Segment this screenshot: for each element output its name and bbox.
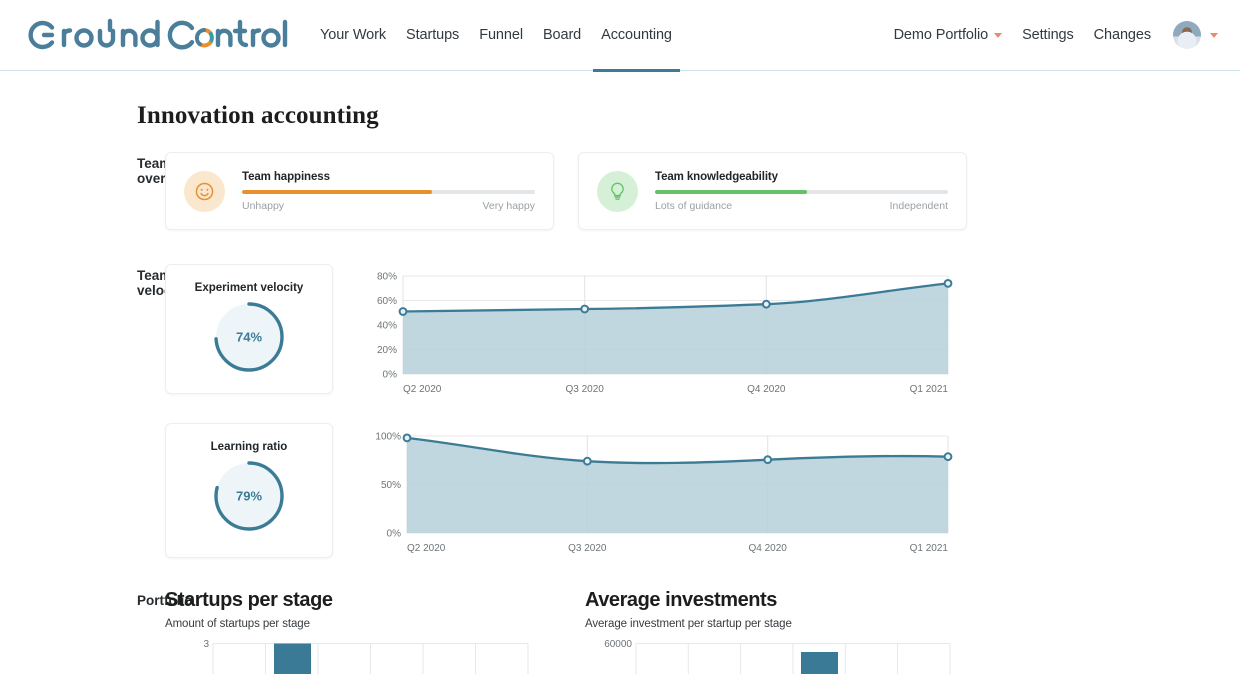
- nav-item-startups[interactable]: Startups: [396, 0, 469, 71]
- area-fill: [407, 437, 948, 533]
- average-investments-chart-block: Average investments Average investment p…: [585, 589, 951, 679]
- bar-stage-2: [274, 643, 311, 674]
- learning-ratio-card[interactable]: Learning ratio 79%: [165, 423, 333, 558]
- team-happiness-progress-track: [242, 190, 535, 194]
- average-investments-bar-chart: 60000: [604, 639, 951, 674]
- bar-stage-4: [801, 652, 838, 674]
- x-tick-q3-2020: Q3 2020: [566, 384, 605, 395]
- y-tick-0: 0%: [383, 370, 398, 381]
- nav-item-funnel[interactable]: Funnel: [469, 0, 533, 71]
- team-happiness-progress-fill: [242, 190, 433, 194]
- team-happiness-min-label: Unhappy: [242, 200, 285, 212]
- logo-colored-circle: [194, 28, 214, 48]
- x-tick-q4-2020: Q4 2020: [749, 543, 788, 554]
- portfolio-selector-label: Demo Portfolio: [893, 27, 989, 43]
- learning-ratio-title: Learning ratio: [210, 441, 288, 453]
- smiley-icon: [195, 182, 214, 200]
- team-knowledgeability-title: Team knowledgeability: [655, 171, 778, 183]
- x-tick-q2-2020: Q2 2020: [407, 543, 446, 554]
- nav-item-accounting[interactable]: Accounting: [591, 0, 682, 72]
- x-tick-q1-2021: Q1 2021: [910, 543, 949, 554]
- y-tick-60000: 60000: [604, 639, 632, 650]
- avatar-chevron-down-icon[interactable]: [1210, 32, 1218, 38]
- y-tick-0: 0%: [387, 529, 402, 540]
- startups-per-stage-title: Startups per stage: [165, 589, 333, 611]
- x-tick-q4-2020: Q4 2020: [747, 384, 786, 395]
- nav-item-board[interactable]: Board: [533, 0, 591, 71]
- team-knowledgeability-card[interactable]: Team knowledgeability Lots of guidance I…: [578, 152, 967, 230]
- lightbulb-icon: [611, 182, 624, 200]
- chevron-down-icon: [994, 32, 1003, 38]
- page-content: Innovation accounting Team overview: [0, 102, 1240, 679]
- nav-item-your-work[interactable]: Your Work: [310, 0, 396, 71]
- team-happiness-card[interactable]: Team happiness Unhappy Very happy: [165, 152, 554, 230]
- experiment-velocity-row: Experiment velocity 74% 80% 60% 40% 20% …: [165, 264, 1240, 399]
- groundcontrol-logo[interactable]: [22, 15, 290, 55]
- avatar[interactable]: [1173, 21, 1201, 49]
- nav-item-settings[interactable]: Settings: [1012, 27, 1084, 43]
- section-label-portfolio: Portfolio: [137, 593, 193, 608]
- y-tick-20: 20%: [377, 345, 397, 356]
- y-tick-60: 60%: [377, 296, 397, 307]
- team-happiness-title: Team happiness: [242, 171, 330, 183]
- startups-per-stage-subtitle: Amount of startups per stage: [165, 618, 310, 630]
- y-tick-3: 3: [203, 639, 209, 650]
- x-tick-q3-2020: Q3 2020: [568, 543, 607, 554]
- startups-per-stage-chart-block: Startups per stage Amount of startups pe…: [165, 589, 531, 679]
- team-knowledgeability-min-label: Lots of guidance: [655, 200, 733, 212]
- team-knowledgeability-progress-track: [655, 190, 948, 194]
- page-title: Innovation accounting: [137, 102, 379, 129]
- x-tick-q1-2021: Q1 2021: [910, 384, 949, 395]
- experiment-velocity-area-chart: 80% 60% 40% 20% 0% Q2 2020 Q3 2020 Q4 20…: [377, 272, 953, 395]
- section-portfolio: Portfolio Startups per stage Amount of s…: [0, 589, 1240, 679]
- learning-ratio-chart: 100% 50% 0% Q2 2020 Q3 2020 Q4 2020 Q1 2…: [363, 423, 968, 563]
- top-navigation-bar: Your Work Startups Funnel Board Accounti…: [0, 0, 1240, 72]
- logo-icon: [28, 18, 288, 50]
- y-tick-50: 50%: [381, 480, 401, 491]
- team-happiness-max-label: Very happy: [482, 200, 535, 212]
- team-overview-cards: Team happiness Unhappy Very happy Team k…: [165, 152, 1240, 230]
- portfolio-selector[interactable]: Demo Portfolio: [884, 27, 1013, 43]
- learning-ratio-donut-icon: 79%: [214, 461, 284, 531]
- x-tick-q2-2020: Q2 2020: [403, 384, 442, 395]
- lightbulb-icon-background: [597, 170, 638, 212]
- team-knowledgeability-max-label: Independent: [889, 200, 948, 212]
- team-knowledgeability-progress-fill: [655, 190, 808, 194]
- smiley-icon-background: [184, 170, 225, 212]
- primary-nav: Your Work Startups Funnel Board Accounti…: [310, 0, 682, 72]
- startups-per-stage-bar-chart: 3: [203, 639, 529, 674]
- section-team-velocity: Team velocity Experiment velocity 74% 80…: [0, 264, 1240, 563]
- experiment-velocity-card[interactable]: Experiment velocity 74%: [165, 264, 333, 394]
- y-tick-40: 40%: [377, 321, 397, 332]
- y-tick-100: 100%: [375, 432, 401, 443]
- learning-ratio-area-chart: 100% 50% 0% Q2 2020 Q3 2020 Q4 2020 Q1 2…: [375, 432, 953, 554]
- section-team-overview: Team overview Team happiness: [0, 152, 1240, 230]
- learning-ratio-row: Learning ratio 79% 100% 50% 0% Q2 2020 Q…: [165, 423, 1240, 563]
- average-investments-title: Average investments: [585, 589, 777, 611]
- experiment-velocity-donut-icon: 74%: [214, 302, 284, 372]
- section-label-team-velocity: Team velocity: [137, 268, 188, 298]
- learning-ratio-value: 79%: [236, 489, 262, 504]
- y-tick-80: 80%: [377, 272, 397, 283]
- experiment-velocity-title: Experiment velocity: [194, 282, 304, 294]
- experiment-velocity-value: 74%: [236, 330, 262, 345]
- area-fill: [403, 283, 948, 374]
- secondary-nav: Demo Portfolio Settings Changes: [884, 21, 1218, 49]
- experiment-velocity-chart: 80% 60% 40% 20% 0% Q2 2020 Q3 2020 Q4 20…: [363, 264, 968, 399]
- nav-item-changes[interactable]: Changes: [1084, 27, 1161, 43]
- average-investments-subtitle: Average investment per startup per stage: [585, 618, 792, 630]
- section-label-team-overview: Team overview: [137, 156, 195, 186]
